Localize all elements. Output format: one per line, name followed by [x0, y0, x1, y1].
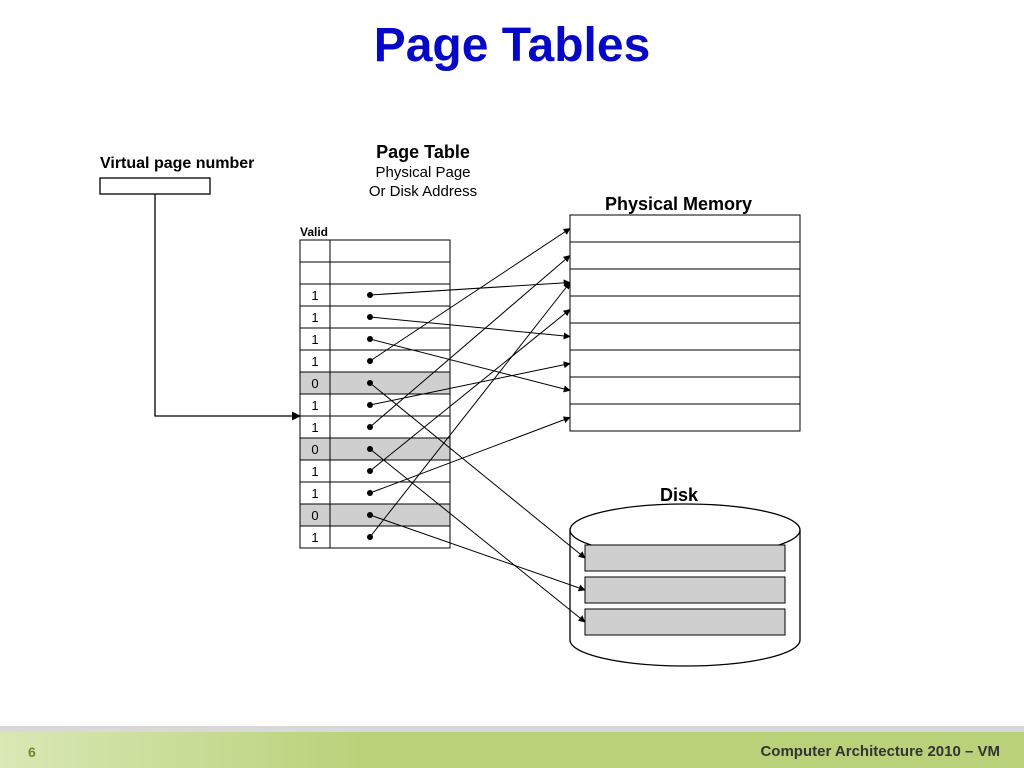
valid-bit: 1 — [311, 420, 318, 435]
valid-bit: 0 — [311, 442, 318, 457]
course-label: Computer Architecture 2010 – VM — [760, 743, 1000, 760]
page-table-row — [300, 240, 450, 262]
disk-block — [585, 609, 785, 635]
page-table-row — [300, 438, 450, 460]
page-number: 6 — [28, 744, 36, 760]
disk-block — [585, 577, 785, 603]
memory-frame — [570, 269, 800, 296]
disk-block — [585, 545, 785, 571]
page-table-row — [300, 416, 450, 438]
valid-bit: 1 — [311, 530, 318, 545]
memory-frame — [570, 404, 800, 431]
valid-bit: 1 — [311, 486, 318, 501]
memory-frame — [570, 323, 800, 350]
page-table-row — [300, 526, 450, 548]
page-table-row — [300, 394, 450, 416]
valid-bit: 1 — [311, 310, 318, 325]
memory-frame — [570, 242, 800, 269]
footer-bar: 6 Computer Architecture 2010 – VM — [0, 732, 1024, 768]
page-table-row — [300, 372, 450, 394]
valid-bit: 1 — [311, 332, 318, 347]
valid-bit: 0 — [311, 376, 318, 391]
valid-bit: 1 — [311, 354, 318, 369]
valid-bit: 1 — [311, 288, 318, 303]
memory-frame — [570, 377, 800, 404]
memory-frame — [570, 296, 800, 323]
valid-bit: 1 — [311, 464, 318, 479]
valid-bit: 1 — [311, 398, 318, 413]
memory-frame — [570, 350, 800, 377]
page-table-row — [300, 504, 450, 526]
page-table-row — [300, 482, 450, 504]
page-table-row — [300, 262, 450, 284]
mapping-arrow — [370, 515, 585, 590]
valid-bit: 0 — [311, 508, 318, 523]
diagram-canvas: 1 1 1 1 0 1 1 0 1 1 0 1 — [0, 0, 1024, 768]
memory-frame — [570, 215, 800, 242]
page-table-row — [300, 328, 450, 350]
